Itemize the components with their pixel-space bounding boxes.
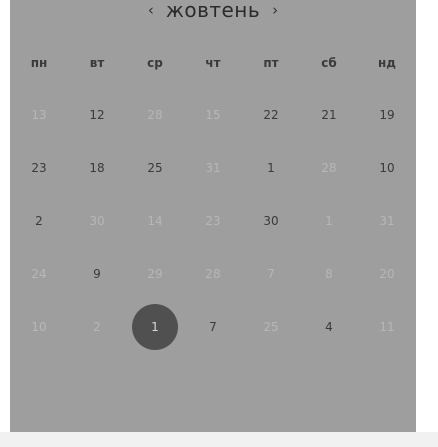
day-cell[interactable]: 28 bbox=[184, 248, 242, 300]
weekday-label: ср bbox=[147, 56, 163, 70]
day-number: 15 bbox=[205, 108, 221, 122]
day-grid: 13 12 28 15 22 21 19 23 18 25 31 1 28 10 2 30 14 23 30 1 31 2… bbox=[10, 89, 416, 379]
day-number: 20 bbox=[379, 267, 395, 281]
day-cell[interactable]: 28 bbox=[300, 142, 358, 194]
day-cell[interactable]: 20 bbox=[358, 248, 416, 300]
day-cell[interactable]: 13 bbox=[10, 89, 68, 141]
day-cell[interactable]: 7 bbox=[242, 248, 300, 300]
day-number: 28 bbox=[205, 267, 221, 281]
day-cell[interactable]: 9 bbox=[68, 248, 126, 300]
selected-day-cell[interactable]: 1 bbox=[126, 301, 184, 353]
day-number: 23 bbox=[205, 214, 221, 228]
day-number: 4 bbox=[325, 320, 333, 334]
day-number: 30 bbox=[89, 214, 105, 228]
day-number: 21 bbox=[321, 108, 337, 122]
day-cell[interactable]: 18 bbox=[68, 142, 126, 194]
day-number: 7 bbox=[267, 267, 275, 281]
day-cell[interactable]: 12 bbox=[68, 89, 126, 141]
prev-month-icon[interactable]: ‹ bbox=[140, 0, 162, 21]
day-number: 31 bbox=[379, 214, 395, 228]
weekday-label: вт bbox=[89, 56, 105, 70]
calendar-header: ‹ жовтень › bbox=[10, 0, 416, 23]
day-cell[interactable]: 2 bbox=[68, 301, 126, 353]
day-number: 25 bbox=[263, 320, 279, 334]
day-number: 1 bbox=[151, 320, 159, 334]
day-cell[interactable]: 1 bbox=[242, 142, 300, 194]
day-number: 14 bbox=[147, 214, 163, 228]
day-cell[interactable]: 23 bbox=[184, 195, 242, 247]
weekday-row: пн вт ср чт пт сб нд bbox=[10, 52, 416, 74]
day-cell[interactable]: 31 bbox=[184, 142, 242, 194]
day-number: 10 bbox=[379, 161, 395, 175]
day-cell[interactable]: 31 bbox=[358, 195, 416, 247]
day-cell[interactable]: 25 bbox=[242, 301, 300, 353]
day-number: 9 bbox=[93, 267, 101, 281]
day-cell[interactable]: 10 bbox=[358, 142, 416, 194]
day-number: 28 bbox=[321, 161, 337, 175]
day-number: 30 bbox=[263, 214, 279, 228]
day-cell[interactable]: 10 bbox=[10, 301, 68, 353]
weekday-label: пт bbox=[263, 56, 279, 70]
day-cell[interactable]: 30 bbox=[242, 195, 300, 247]
day-number: 12 bbox=[89, 108, 105, 122]
day-number: 25 bbox=[147, 161, 163, 175]
day-number: 10 bbox=[31, 320, 47, 334]
day-number: 2 bbox=[93, 320, 101, 334]
day-number: 11 bbox=[379, 320, 395, 334]
day-cell[interactable]: 14 bbox=[126, 195, 184, 247]
day-cell[interactable]: 7 bbox=[184, 301, 242, 353]
day-number: 8 bbox=[325, 267, 333, 281]
day-cell[interactable]: 1 bbox=[300, 195, 358, 247]
day-cell[interactable]: 19 bbox=[358, 89, 416, 141]
day-cell[interactable]: 25 bbox=[126, 142, 184, 194]
day-cell[interactable]: 30 bbox=[68, 195, 126, 247]
day-number: 31 bbox=[205, 161, 221, 175]
day-number: 22 bbox=[263, 108, 279, 122]
weekday-label: сб bbox=[321, 56, 337, 70]
page: ‹ жовтень › пн вт ср чт пт сб нд 13 12 28 1… bbox=[0, 0, 438, 447]
day-number: 1 bbox=[325, 214, 333, 228]
bottom-strip bbox=[0, 432, 438, 447]
month-label[interactable]: жовтень bbox=[166, 0, 260, 22]
day-cell[interactable]: 28 bbox=[126, 89, 184, 141]
day-number: 23 bbox=[31, 161, 47, 175]
day-number: 2 bbox=[35, 214, 43, 228]
day-number: 18 bbox=[89, 161, 105, 175]
next-month-icon[interactable]: › bbox=[264, 0, 286, 21]
day-number: 24 bbox=[31, 267, 47, 281]
calendar-panel: ‹ жовтень › пн вт ср чт пт сб нд 13 12 28 1… bbox=[10, 0, 416, 432]
day-number: 1 bbox=[267, 161, 275, 175]
day-number: 19 bbox=[379, 108, 395, 122]
day-cell[interactable]: 21 bbox=[300, 89, 358, 141]
day-cell[interactable]: 15 bbox=[184, 89, 242, 141]
day-number: 29 bbox=[147, 267, 163, 281]
day-cell[interactable]: 22 bbox=[242, 89, 300, 141]
weekday-label: нд bbox=[378, 56, 396, 70]
day-number: 7 bbox=[209, 320, 217, 334]
day-cell[interactable]: 29 bbox=[126, 248, 184, 300]
day-cell[interactable]: 8 bbox=[300, 248, 358, 300]
day-number: 28 bbox=[147, 108, 163, 122]
day-cell[interactable]: 24 bbox=[10, 248, 68, 300]
weekday-label: пн bbox=[30, 56, 48, 70]
day-cell[interactable]: 11 bbox=[358, 301, 416, 353]
day-cell[interactable]: 23 bbox=[10, 142, 68, 194]
weekday-label: чт bbox=[205, 56, 221, 70]
day-cell[interactable]: 4 bbox=[300, 301, 358, 353]
day-cell[interactable]: 2 bbox=[10, 195, 68, 247]
day-number: 13 bbox=[31, 108, 47, 122]
